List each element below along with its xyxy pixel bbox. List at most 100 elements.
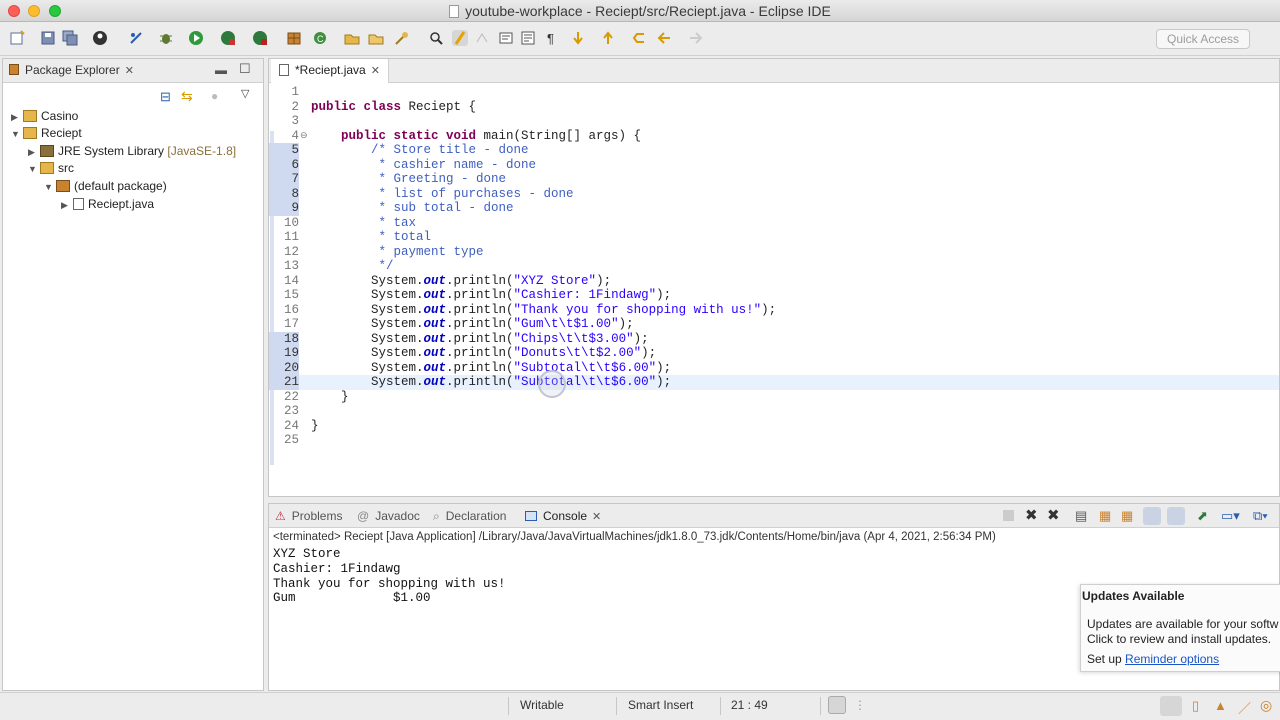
next-annotation-icon[interactable] — [570, 30, 586, 46]
profile-icon[interactable] — [92, 30, 108, 46]
tree-item-label: Reciept.java — [88, 197, 155, 211]
word-wrap-icon[interactable]: ▦ — [1121, 508, 1133, 524]
book-icon[interactable]: ▯ — [1192, 698, 1199, 714]
code-comment: */ — [371, 259, 394, 273]
expand-icon[interactable]: ▶ — [11, 112, 23, 123]
package-icon — [56, 180, 70, 192]
tree-item-casino[interactable]: ▶ Casino — [11, 109, 78, 126]
scroll-lock-icon[interactable]: ▦ — [1099, 508, 1111, 524]
tab-reciept-java[interactable]: *Reciept.java ✕ — [271, 59, 389, 83]
package-explorer-panel: Package Explorer ✕ ▬ ☐ ⊟ ⇆ ● ▽ ▶ Casino ▼ R… — [2, 58, 264, 691]
expand-icon[interactable]: ▶ — [28, 147, 40, 158]
javadoc-icon: @ — [357, 509, 370, 523]
open-type-icon[interactable] — [344, 30, 360, 46]
reminder-options-link[interactable]: Reminder options — [1125, 652, 1219, 666]
close-icon[interactable]: ✕ — [371, 65, 380, 77]
maximize-view-icon[interactable]: ☐ — [239, 61, 251, 77]
code-line: 6 * cashier name - done — [269, 157, 1279, 172]
tab-declaration[interactable]: ⌕ Declaration — [433, 509, 506, 524]
remove-launch-icon[interactable]: ✖ — [1025, 506, 1038, 524]
library-icon — [40, 145, 54, 157]
trim-stack-icon[interactable] — [1160, 696, 1182, 716]
document-icon — [449, 5, 460, 18]
line-number: 4 — [291, 128, 299, 143]
show-on-stderr-icon[interactable] — [1167, 507, 1185, 525]
tree-item-src[interactable]: ▼ src — [28, 161, 74, 178]
code-line: 10 * tax — [269, 216, 1279, 231]
last-edit-icon[interactable] — [632, 30, 648, 46]
minimize-view-icon[interactable]: ▬ — [215, 63, 227, 77]
heap-status-icon[interactable] — [828, 696, 846, 714]
line-number: 12 — [283, 244, 299, 259]
highlight-icon[interactable] — [452, 30, 468, 46]
tree-item-default-package[interactable]: ▼ (default package) — [44, 179, 167, 196]
tab-problems[interactable]: ⚠ Problems — [275, 509, 342, 523]
help-icon[interactable]: ◎ — [1260, 697, 1272, 714]
clear-console-icon[interactable]: ▤ — [1075, 508, 1087, 524]
code-comment: * payment type — [371, 244, 484, 259]
external-tools-icon[interactable] — [252, 30, 268, 46]
new-class-icon[interactable]: C — [312, 30, 328, 46]
terminate-icon[interactable] — [1003, 510, 1014, 521]
collapse-icon[interactable]: ▼ — [11, 129, 23, 139]
wand-icon[interactable]: ／ — [1238, 698, 1251, 717]
toggle-word-wrap-icon[interactable] — [520, 30, 536, 46]
display-console-icon[interactable]: ▭▾ — [1221, 508, 1240, 524]
skip-breakpoints-icon[interactable] — [128, 30, 144, 46]
code-line: 3 — [269, 114, 1279, 129]
coverage-icon[interactable] — [220, 30, 236, 46]
code-line: 4 ⊖ public static void main(String[] args)… — [269, 129, 1279, 144]
collapse-icon[interactable]: ▼ — [28, 164, 40, 174]
tab-console[interactable]: Console ✕ — [525, 509, 601, 523]
updates-notification[interactable]: Updates Available Updates are available … — [1080, 584, 1280, 672]
code-comment: * list of purchases - done — [371, 186, 574, 201]
save-icon[interactable] — [40, 30, 56, 46]
drag-handle-icon[interactable]: ⋮ — [854, 698, 866, 712]
tutorial-icon[interactable]: ▲ — [1214, 698, 1227, 713]
back-icon[interactable] — [656, 30, 672, 46]
line-number: 20 — [269, 360, 299, 375]
toggle-mark-occurrences-icon[interactable] — [428, 30, 444, 46]
tree-item-jre-library[interactable]: ▶ JRE System Library [JavaSE-1.8] — [28, 144, 236, 161]
tab-package-explorer[interactable]: Package Explorer ✕ — [9, 63, 134, 77]
updates-setup: Set up Reminder options — [1087, 652, 1219, 666]
prev-annotation-icon[interactable] — [600, 30, 616, 46]
close-icon[interactable]: ✕ — [592, 511, 601, 523]
block-selection-icon[interactable] — [474, 30, 490, 46]
run-icon[interactable] — [188, 30, 204, 46]
open-console-icon[interactable]: ⧉▾ — [1253, 508, 1268, 524]
expand-icon[interactable]: ▶ — [61, 200, 73, 211]
code-line: 19 System.out.println("Donuts\t\t$2.00"); — [269, 346, 1279, 361]
new-wizard-icon[interactable] — [10, 30, 26, 46]
code-line: 14 System.out.println("XYZ Store"); — [269, 274, 1279, 289]
save-all-icon[interactable] — [62, 30, 78, 46]
new-package-icon[interactable] — [286, 30, 302, 46]
line-number: 17 — [283, 317, 299, 331]
link-with-editor-icon[interactable]: ⇆ — [181, 88, 193, 105]
line-number: 8 — [269, 186, 299, 201]
show-whitespace-icon[interactable]: ¶ — [544, 30, 560, 46]
code-line: 9 * sub total - done — [269, 201, 1279, 216]
close-icon[interactable]: ✕ — [125, 65, 134, 77]
fold-icon[interactable]: ⊖ — [300, 129, 308, 144]
open-task-icon[interactable] — [368, 30, 384, 46]
code-editor[interactable]: *Reciept.java ✕ 1 2 public class Reciept {… — [268, 58, 1280, 497]
view-menu-icon[interactable]: ▽ — [241, 87, 249, 100]
forward-icon[interactable] — [688, 30, 704, 46]
tab-javadoc[interactable]: @ Javadoc — [357, 509, 420, 523]
tree-item-reciept-java[interactable]: ▶ Reciept.java — [61, 197, 154, 214]
remove-all-launches-icon[interactable]: ✖ — [1047, 506, 1060, 524]
collapse-all-icon[interactable]: ⊟ — [160, 89, 171, 105]
filters-icon[interactable]: ● — [211, 89, 218, 103]
collapse-icon[interactable]: ▼ — [44, 182, 56, 192]
open-console-icon[interactable] — [498, 30, 514, 46]
quick-access-field[interactable]: Quick Access — [1156, 29, 1250, 49]
pin-console-icon[interactable]: ⬈ — [1197, 508, 1208, 524]
line-number: 1 — [291, 85, 299, 99]
svg-text:C: C — [317, 34, 324, 44]
search-icon[interactable] — [394, 30, 410, 46]
tree-item-reciept[interactable]: ▼ Reciept — [11, 126, 82, 143]
show-on-stdout-icon[interactable] — [1143, 507, 1161, 525]
status-separator — [820, 697, 821, 715]
debug-icon[interactable] — [158, 30, 174, 46]
